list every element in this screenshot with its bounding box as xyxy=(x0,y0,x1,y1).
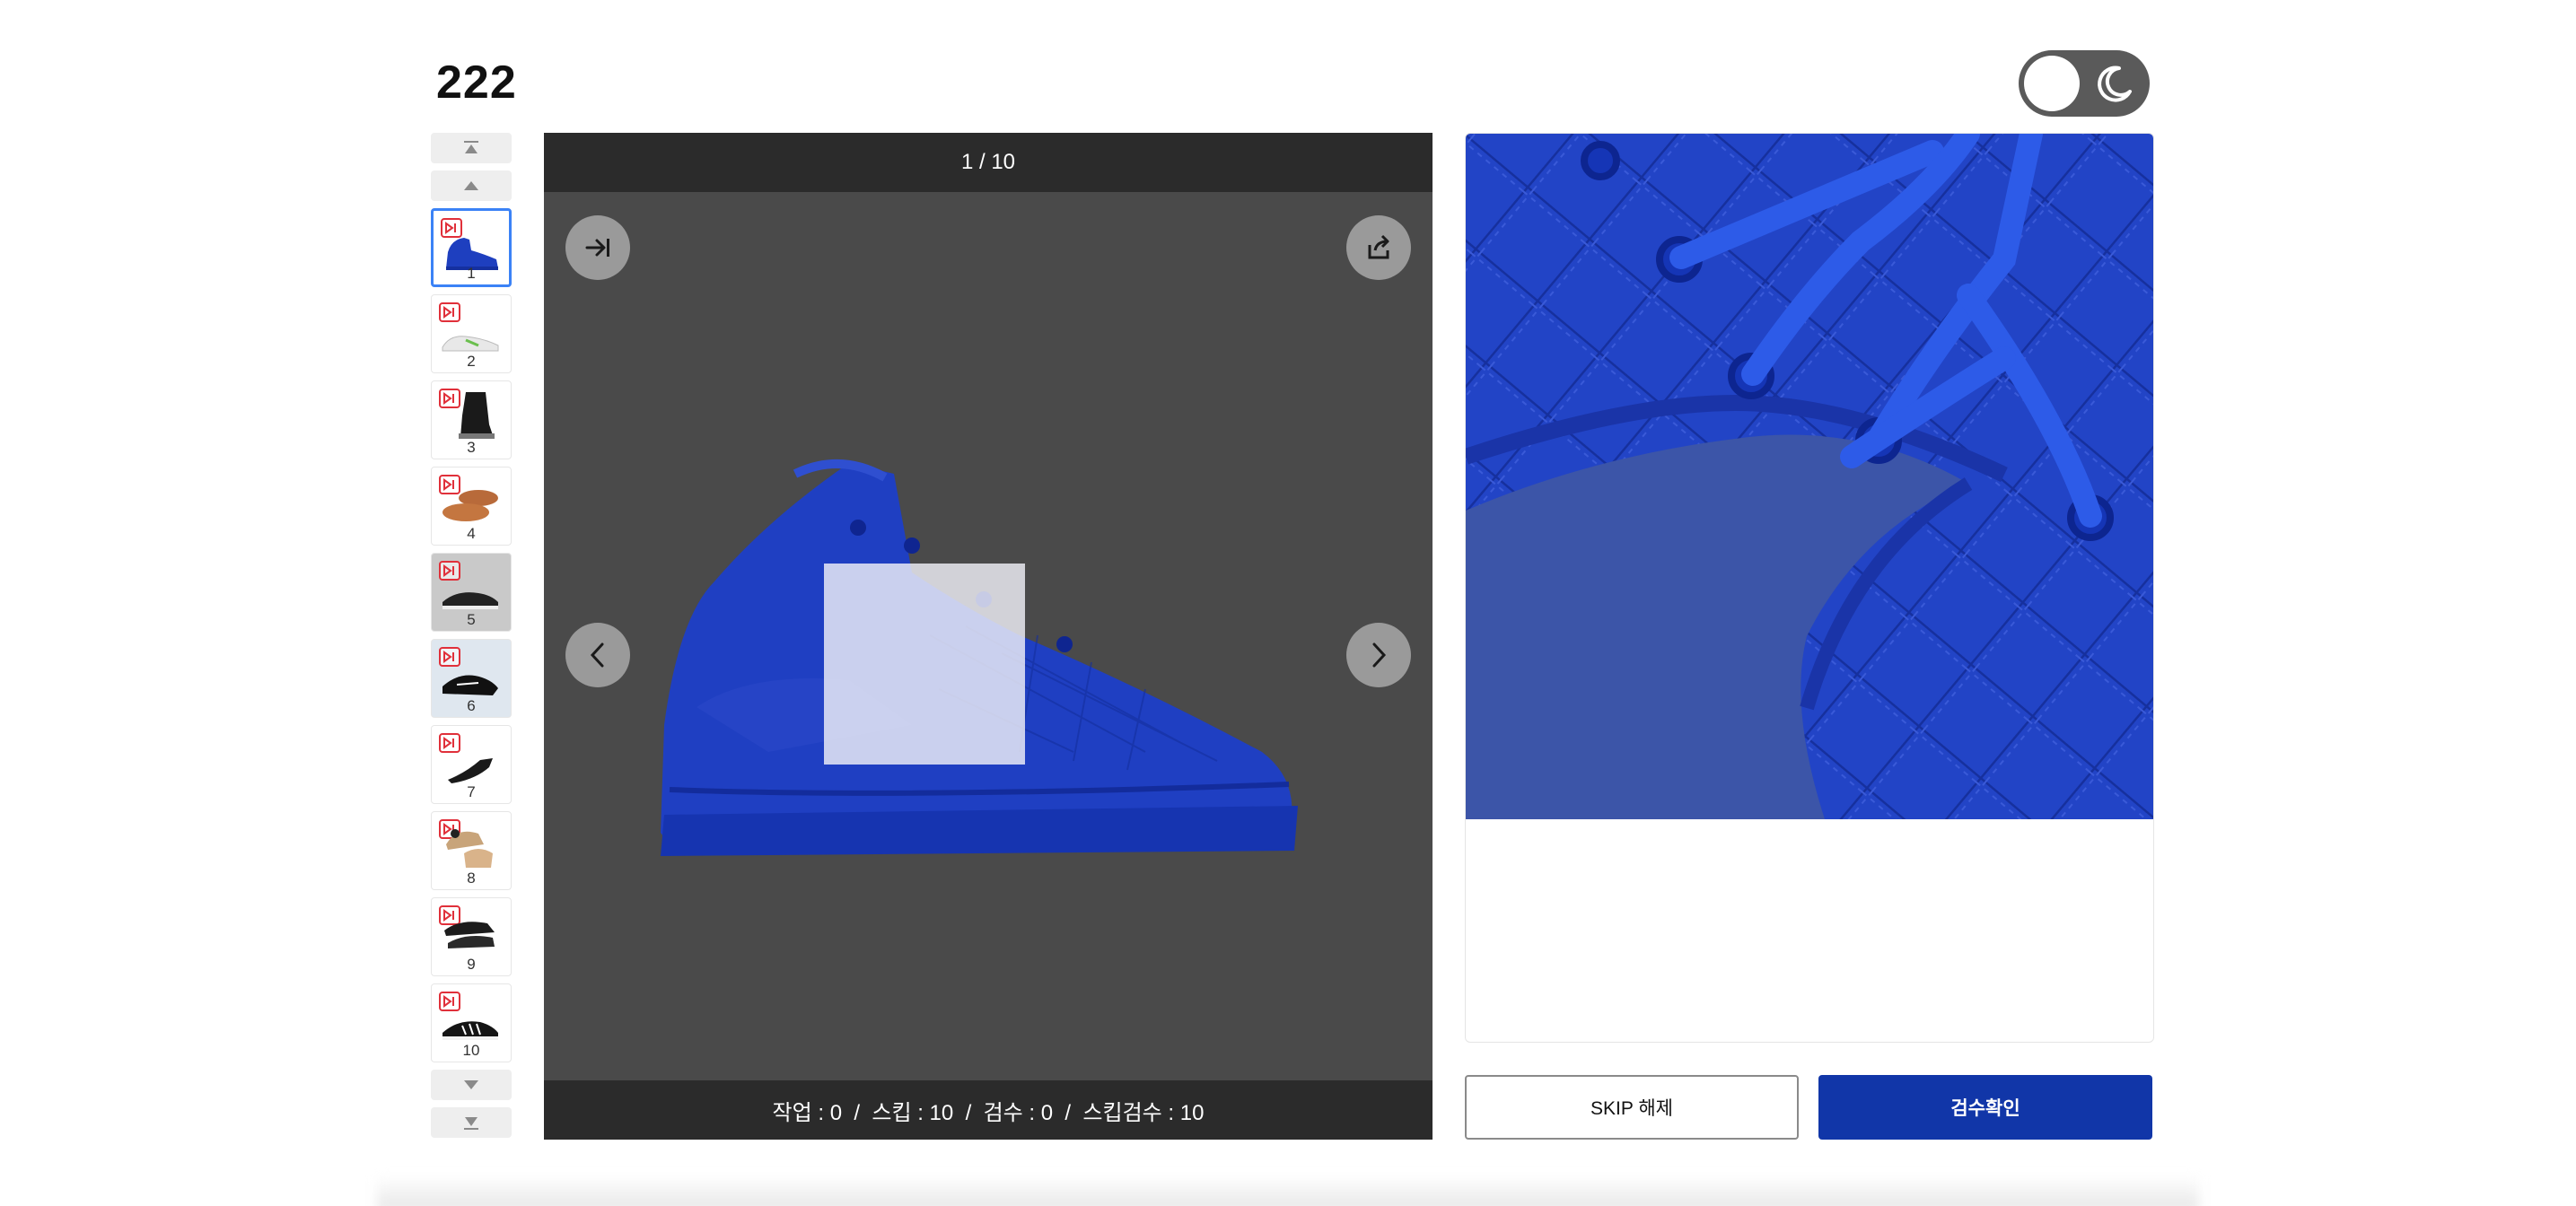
selection-box[interactable] xyxy=(824,564,1025,765)
scroll-top-button[interactable] xyxy=(431,133,512,163)
inspection-page: 222 1 2 3 4 5 6 7 8 9 10 1 / 10 작업: 0 /… xyxy=(0,0,2576,1206)
shoe-thumbnail-image xyxy=(446,829,493,868)
thumbnail-number: 7 xyxy=(467,783,476,800)
moon-icon xyxy=(2098,66,2132,102)
down-arrow-icon xyxy=(464,1080,478,1089)
inspection-stats: 작업 : 0 / 스킵 : 10 / 검수 : 0 / 스킵검수 : 10 xyxy=(544,1080,1433,1140)
thumbnail-number: 8 xyxy=(467,870,476,887)
double-up-arrow-icon xyxy=(464,141,478,153)
image-viewer: 1 / 10 작업 : 0 / 스킵 : 10 / 검수: 0 / 스킵검수 … xyxy=(544,133,1433,1140)
shoe-thumbnail-image xyxy=(444,922,495,948)
thumbnail-item[interactable]: 3 xyxy=(431,380,512,459)
share-icon xyxy=(1368,234,1389,259)
zoomed-product-image xyxy=(1466,134,2153,819)
shoe-thumbnail-image xyxy=(442,490,498,521)
scroll-bottom-button[interactable] xyxy=(431,1107,512,1138)
thumbnail-number: 5 xyxy=(467,611,476,628)
up-arrow-icon xyxy=(464,181,478,190)
thumbnail-item[interactable]: 4 xyxy=(431,467,512,546)
image-counter: 1 / 10 xyxy=(544,133,1433,192)
inspection-confirm-button[interactable]: 검수확인 xyxy=(1818,1075,2152,1140)
thumbnail-number: 2 xyxy=(467,353,476,370)
double-down-arrow-icon xyxy=(464,1117,478,1130)
zoom-preview-panel xyxy=(1465,133,2154,1043)
thumbnail-number: 4 xyxy=(467,525,476,542)
skip-release-button[interactable]: SKIP 해제 xyxy=(1465,1075,1799,1140)
thumbnail-item[interactable]: 10 xyxy=(431,983,512,1062)
thumbnail-item[interactable]: 7 xyxy=(431,725,512,804)
thumbnail-item[interactable]: 9 xyxy=(431,897,512,976)
scroll-up-button[interactable] xyxy=(431,170,512,201)
thumbnail-item[interactable]: 1 xyxy=(431,208,512,287)
skip-to-end-button[interactable] xyxy=(565,215,630,280)
chevron-right-icon xyxy=(1372,642,1387,668)
thumbnail-item[interactable]: 6 xyxy=(431,639,512,718)
thumbnail-number: 9 xyxy=(467,956,476,973)
thumbnail-item[interactable]: 2 xyxy=(431,294,512,373)
thumbnail-number: 3 xyxy=(467,439,476,456)
scroll-down-button[interactable] xyxy=(431,1070,512,1100)
thumbnail-number: 10 xyxy=(462,1042,480,1059)
bottom-shadow xyxy=(377,1175,2199,1206)
theme-toggle[interactable] xyxy=(2019,50,2150,117)
share-button[interactable] xyxy=(1346,215,1411,280)
thumbnail-number: 6 xyxy=(467,697,476,714)
chevron-left-icon xyxy=(590,642,604,668)
thumbnail-item[interactable]: 8 xyxy=(431,811,512,890)
arrow-to-end-icon xyxy=(585,239,609,257)
next-image-button[interactable] xyxy=(1346,623,1411,687)
toggle-knob xyxy=(2024,56,2080,111)
thumbnail-number: 1 xyxy=(467,265,476,282)
shoe-thumbnail-image xyxy=(459,392,495,439)
page-title: 222 xyxy=(436,57,517,109)
previous-image-button[interactable] xyxy=(565,623,630,687)
thumbnail-item[interactable]: 5 xyxy=(431,553,512,632)
